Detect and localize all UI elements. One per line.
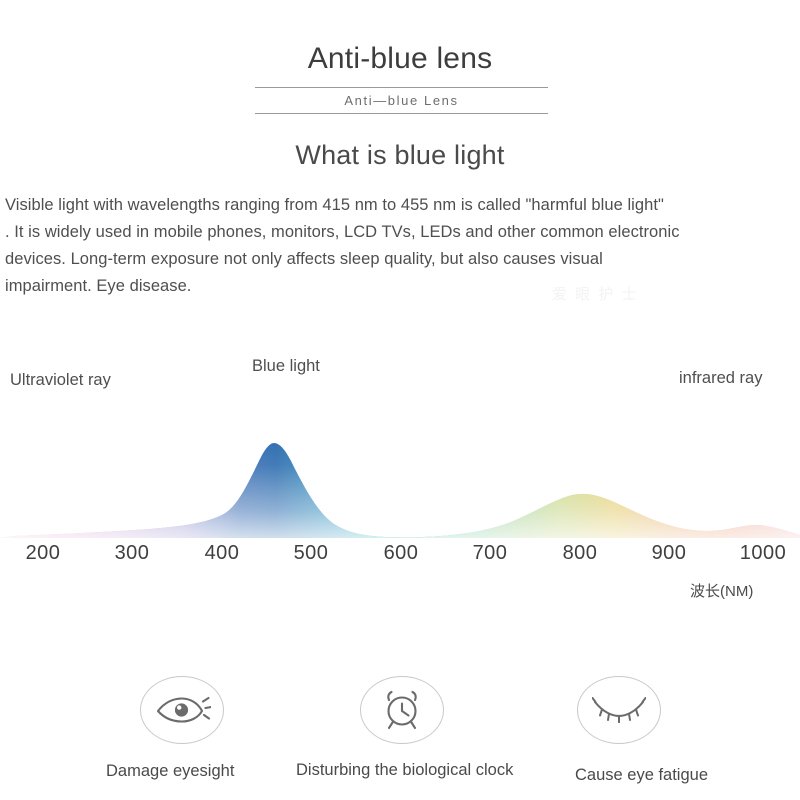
watermark-text: 爱 眼 护 士 [552,286,639,303]
section-heading: What is blue light [295,140,505,170]
axis-tick: 800 [562,542,598,564]
feature-item-eye-fatigue [577,676,661,744]
alarm-clock-icon [387,690,417,730]
feature-item-biological-clock [360,676,444,744]
spectrum-chart: Ultraviolet ray Blue light infrared ray [0,350,800,600]
closed-eye-icon [592,697,646,723]
feature-circle [577,676,661,744]
axis-tick: 200 [25,542,61,564]
feature-label-eye-fatigue: Cause eye fatigue [575,766,709,784]
axis-tick: 600 [383,542,419,564]
page-title: Anti-blue lens [307,42,493,75]
chart-band-label-blue-light: Blue light [252,357,320,375]
feature-circle [360,676,444,744]
chart-x-axis-unit-label: 波长(NM) [690,583,754,600]
open-eye-icon [156,696,211,723]
chart-band-label-infrared: infrared ray [679,369,763,387]
spectrum-curve [0,443,800,538]
chart-x-axis: 200 300 400 500 600 700 800 900 1000 [0,540,800,568]
subtitle-text: Anti—blue Lens [344,93,459,108]
axis-tick: 1000 [739,542,787,564]
body-paragraph: Visible light with wavelengths ranging f… [5,196,680,295]
axis-tick: 300 [114,542,150,564]
axis-tick: 900 [651,542,687,564]
chart-band-label-ultraviolet: Ultraviolet ray [10,371,111,389]
feature-label-biological-clock: Disturbing the biological clock [296,761,514,779]
feature-item-damage-eyesight [140,676,224,744]
feature-circle [140,676,224,744]
axis-tick: 400 [204,542,240,564]
subtitle-rule-band: Anti—blue Lens [255,87,548,114]
feature-label-damage-eyesight: Damage eyesight [106,762,235,780]
axis-tick: 500 [293,542,329,564]
axis-tick: 700 [472,542,508,564]
features-row: Damage eyesight Disturbing the biologica… [0,676,800,800]
